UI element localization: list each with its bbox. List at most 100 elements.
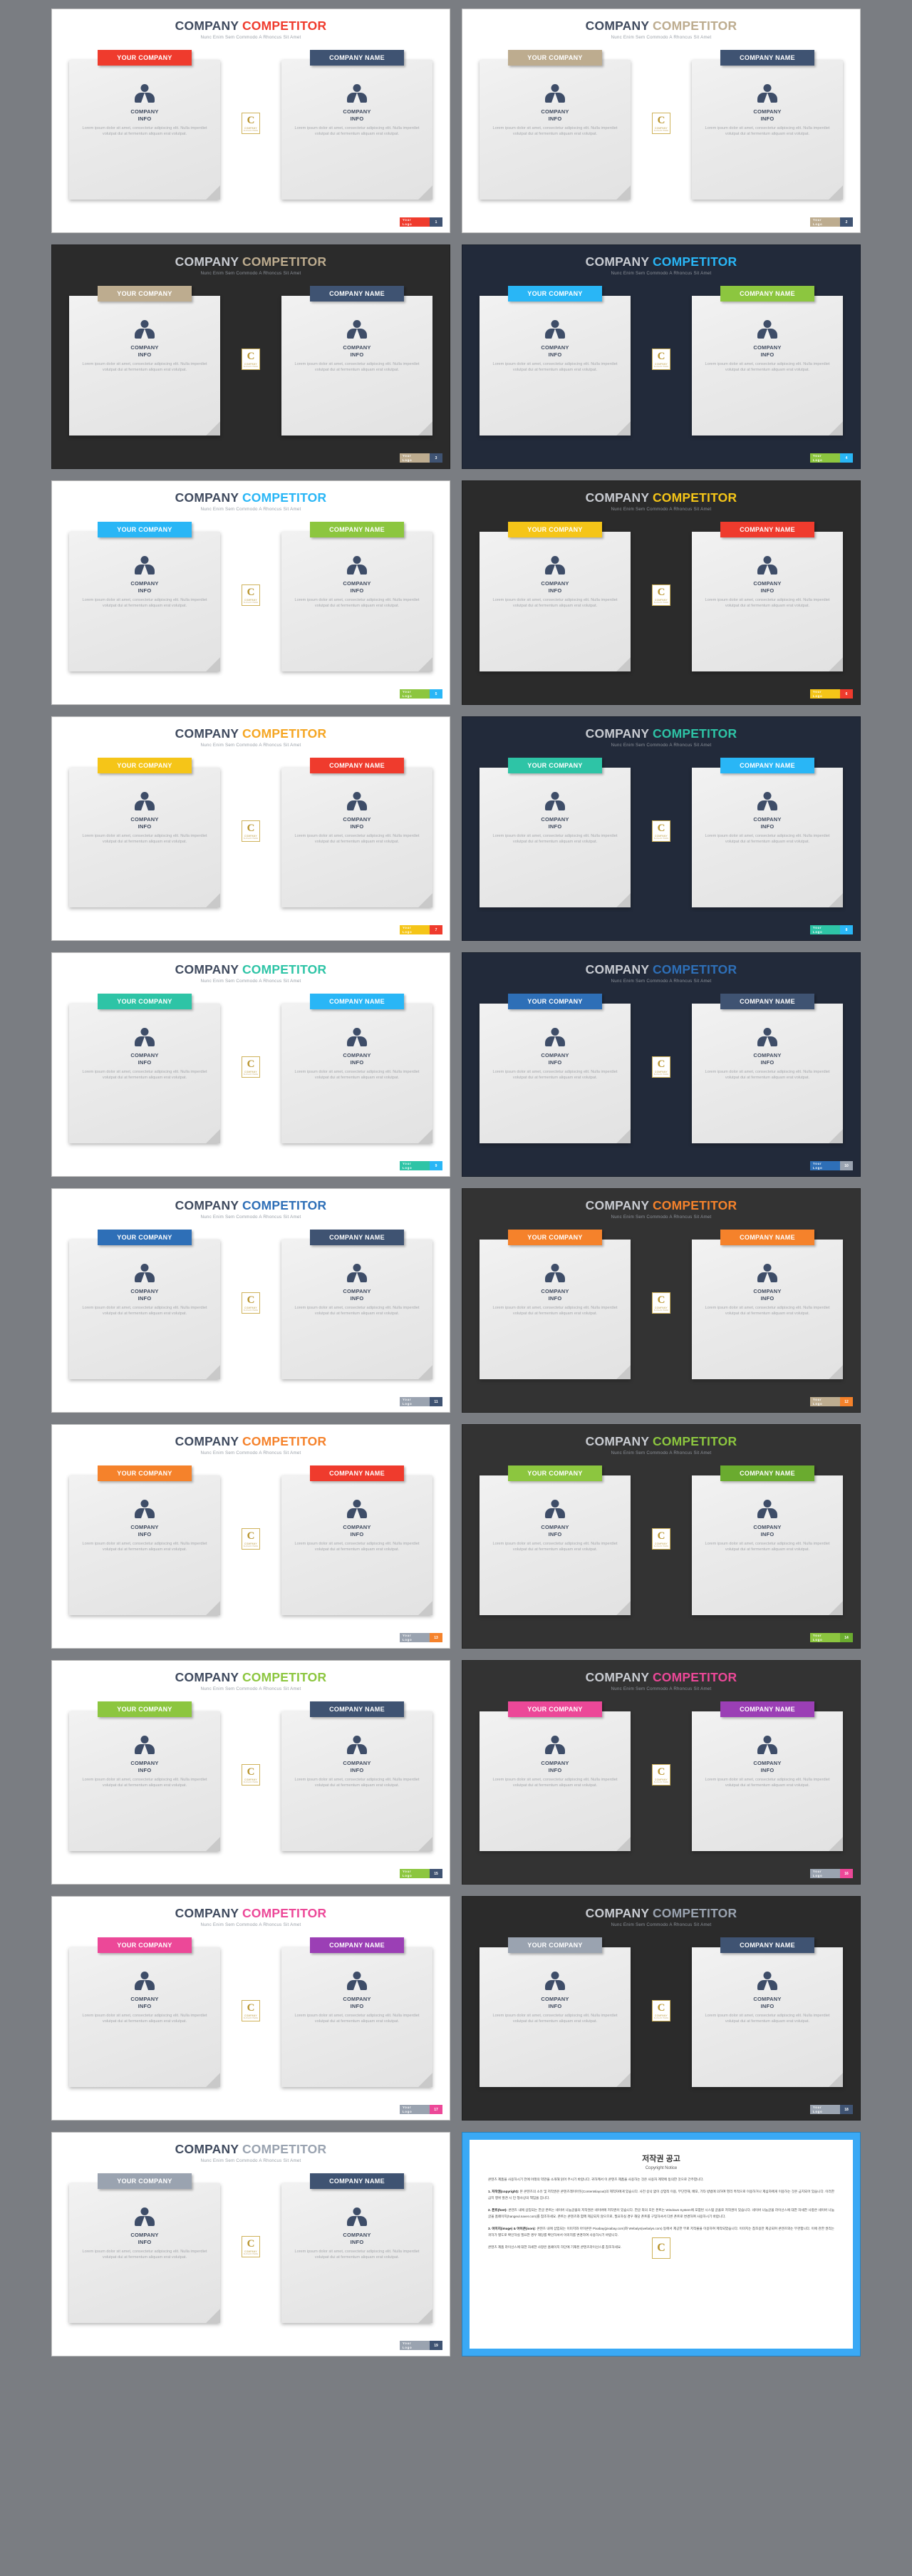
card-heading: COMPANY INFO [343, 108, 371, 123]
slide-3[interactable]: COMPANY COMPETITOR Nunc Enim Sem Commodo… [51, 244, 450, 469]
profile-card-right: COMPANY INFO Lorem ipsum dolor sit amet, … [692, 1947, 843, 2088]
slide-body: COMPANY INFO Lorem ipsum dolor sit amet, … [480, 1230, 843, 1392]
tag-company-name[interactable]: COMPANY NAME [720, 50, 814, 66]
card-heading: COMPANY INFO [753, 1288, 782, 1302]
slide-4[interactable]: COMPANY COMPETITOR Nunc Enim Sem Commodo… [462, 244, 861, 469]
center-logo-badge: C COMPANY SLOGAN HERE [652, 1056, 670, 1078]
person-icon [757, 1972, 778, 1991]
slide-16[interactable]: COMPANY COMPETITOR Nunc Enim Sem Commodo… [462, 1660, 861, 1885]
card-heading: COMPANY INFO [130, 344, 159, 359]
slide-13[interactable]: COMPANY COMPETITOR Nunc Enim Sem Commodo… [51, 1424, 450, 1649]
column-right: COMPANY INFO Lorem ipsum dolor sit amet, … [692, 994, 843, 1156]
page-subtitle: Nunc Enim Sem Commodo A Rhoncus Sit Amet [200, 271, 301, 277]
tag-company-name[interactable]: COMPANY NAME [720, 1701, 814, 1718]
person-icon [757, 1736, 778, 1755]
column-right: COMPANY INFO Lorem ipsum dolor sit amet, … [281, 758, 432, 920]
slide-9[interactable]: COMPANY COMPETITOR Nunc Enim Sem Commodo… [51, 952, 450, 1177]
center-logo-badge: C COMPANY SLOGAN HERE [242, 1056, 260, 1078]
person-icon [134, 84, 155, 103]
tag-your-company[interactable]: YOUR COMPANY [508, 1230, 602, 1246]
tag-company-name[interactable]: COMPANY NAME [310, 1937, 404, 1954]
logo-line-2: SLOGAN HERE [653, 1781, 669, 1783]
column-left: COMPANY INFO Lorem ipsum dolor sit amet, … [69, 50, 220, 212]
tag-your-company[interactable]: YOUR COMPANY [508, 994, 602, 1010]
tag-company-name[interactable]: COMPANY NAME [720, 1230, 814, 1246]
slide-1[interactable]: COMPANY COMPETITOR Nunc Enim Sem Commodo… [51, 9, 450, 233]
tag-your-company[interactable]: YOUR COMPANY [98, 1937, 192, 1954]
footer-logo: Your Logo [810, 453, 840, 463]
card-body-text: Lorem ipsum dolor sit amet, consectetur … [294, 1541, 420, 1552]
tag-your-company[interactable]: YOUR COMPANY [508, 1701, 602, 1718]
person-icon [346, 2207, 368, 2227]
person-icon [757, 1500, 778, 1519]
tag-your-company[interactable]: YOUR COMPANY [98, 1701, 192, 1718]
footer-logo: Your Logo [810, 2105, 840, 2114]
person-icon [757, 320, 778, 339]
card-body-text: Lorem ipsum dolor sit amet, consectetur … [82, 1069, 207, 1081]
slide-10[interactable]: COMPANY COMPETITOR Nunc Enim Sem Commodo… [462, 952, 861, 1177]
slide-8[interactable]: COMPANY COMPETITOR Nunc Enim Sem Commodo… [462, 716, 861, 941]
tag-company-name[interactable]: COMPANY NAME [310, 50, 404, 66]
tag-company-name[interactable]: COMPANY NAME [310, 1230, 404, 1246]
slide-5[interactable]: COMPANY COMPETITOR Nunc Enim Sem Commodo… [51, 480, 450, 705]
page-subtitle: Nunc Enim Sem Commodo A Rhoncus Sit Amet [200, 979, 301, 984]
tag-your-company[interactable]: YOUR COMPANY [98, 758, 192, 774]
card-body-text: Lorem ipsum dolor sit amet, consectetur … [294, 125, 420, 137]
page-subtitle: Nunc Enim Sem Commodo A Rhoncus Sit Amet [611, 1922, 712, 1928]
tag-your-company[interactable]: YOUR COMPANY [98, 1230, 192, 1246]
slide-19[interactable]: COMPANY COMPETITOR Nunc Enim Sem Commodo… [51, 2132, 450, 2356]
card-body-text: Lorem ipsum dolor sit amet, consectetur … [294, 1069, 420, 1081]
slide-7[interactable]: COMPANY COMPETITOR Nunc Enim Sem Commodo… [51, 716, 450, 941]
tag-company-name[interactable]: COMPANY NAME [310, 286, 404, 302]
column-right: COMPANY INFO Lorem ipsum dolor sit amet, … [692, 1937, 843, 2100]
card-heading: COMPANY INFO [343, 1052, 371, 1066]
slide-12[interactable]: COMPANY COMPETITOR Nunc Enim Sem Commodo… [462, 1188, 861, 1413]
tag-company-name[interactable]: COMPANY NAME [720, 1465, 814, 1482]
slide-6[interactable]: COMPANY COMPETITOR Nunc Enim Sem Commodo… [462, 480, 861, 705]
person-icon [134, 556, 155, 575]
tag-company-name[interactable]: COMPANY NAME [720, 286, 814, 302]
tag-company-name[interactable]: COMPANY NAME [720, 758, 814, 774]
tag-your-company[interactable]: YOUR COMPANY [98, 2173, 192, 2190]
tag-your-company[interactable]: YOUR COMPANY [508, 758, 602, 774]
logo-letter: C [657, 1294, 665, 1306]
tag-company-name[interactable]: COMPANY NAME [310, 758, 404, 774]
tag-your-company[interactable]: YOUR COMPANY [508, 1465, 602, 1482]
tag-company-name[interactable]: COMPANY NAME [720, 994, 814, 1010]
tag-company-name[interactable]: COMPANY NAME [310, 2173, 404, 2190]
card-body-text: Lorem ipsum dolor sit amet, consectetur … [82, 833, 207, 845]
slide-2[interactable]: COMPANY COMPETITOR Nunc Enim Sem Commodo… [462, 9, 861, 233]
tag-your-company[interactable]: YOUR COMPANY [508, 286, 602, 302]
tag-your-company[interactable]: YOUR COMPANY [98, 286, 192, 302]
slide-18[interactable]: COMPANY COMPETITOR Nunc Enim Sem Commodo… [462, 1896, 861, 2121]
slide-15[interactable]: COMPANY COMPETITOR Nunc Enim Sem Commodo… [51, 1660, 450, 1885]
profile-card-right: COMPANY INFO Lorem ipsum dolor sit amet, … [692, 296, 843, 436]
column-right: COMPANY INFO Lorem ipsum dolor sit amet, … [281, 522, 432, 684]
tag-company-name[interactable]: COMPANY NAME [310, 1701, 404, 1718]
tag-company-name[interactable]: COMPANY NAME [310, 994, 404, 1010]
logo-line-2: SLOGAN HERE [243, 1073, 259, 1076]
slide-body: COMPANY INFO Lorem ipsum dolor sit amet, … [480, 522, 843, 684]
logo-letter: C [247, 350, 255, 362]
slide-copyright[interactable]: 저작권 공고 Copyright Notice 콘텐츠 제품을 사용하시기 전에… [462, 2132, 861, 2356]
tag-company-name[interactable]: COMPANY NAME [310, 522, 404, 538]
slide-11[interactable]: COMPANY COMPETITOR Nunc Enim Sem Commodo… [51, 1188, 450, 1413]
column-left: COMPANY INFO Lorem ipsum dolor sit amet, … [69, 1937, 220, 2100]
tag-your-company[interactable]: YOUR COMPANY [98, 522, 192, 538]
tag-your-company[interactable]: YOUR COMPANY [508, 50, 602, 66]
tag-company-name[interactable]: COMPANY NAME [720, 1937, 814, 1954]
logo-letter: C [657, 1766, 665, 1778]
tag-your-company[interactable]: YOUR COMPANY [98, 1465, 192, 1482]
tag-company-name[interactable]: COMPANY NAME [310, 1465, 404, 1482]
tag-your-company[interactable]: YOUR COMPANY [508, 1937, 602, 1954]
tag-your-company[interactable]: YOUR COMPANY [508, 522, 602, 538]
slide-body: COMPANY INFO Lorem ipsum dolor sit amet, … [69, 2173, 432, 2336]
slide-17[interactable]: COMPANY COMPETITOR Nunc Enim Sem Commodo… [51, 1896, 450, 2121]
tag-your-company[interactable]: YOUR COMPANY [98, 50, 192, 66]
person-icon [757, 84, 778, 103]
slide-14[interactable]: COMPANY COMPETITOR Nunc Enim Sem Commodo… [462, 1424, 861, 1649]
tag-your-company[interactable]: YOUR COMPANY [98, 994, 192, 1010]
footer-logo: Your Logo [400, 1869, 430, 1878]
person-icon [544, 1972, 566, 1991]
tag-company-name[interactable]: COMPANY NAME [720, 522, 814, 538]
